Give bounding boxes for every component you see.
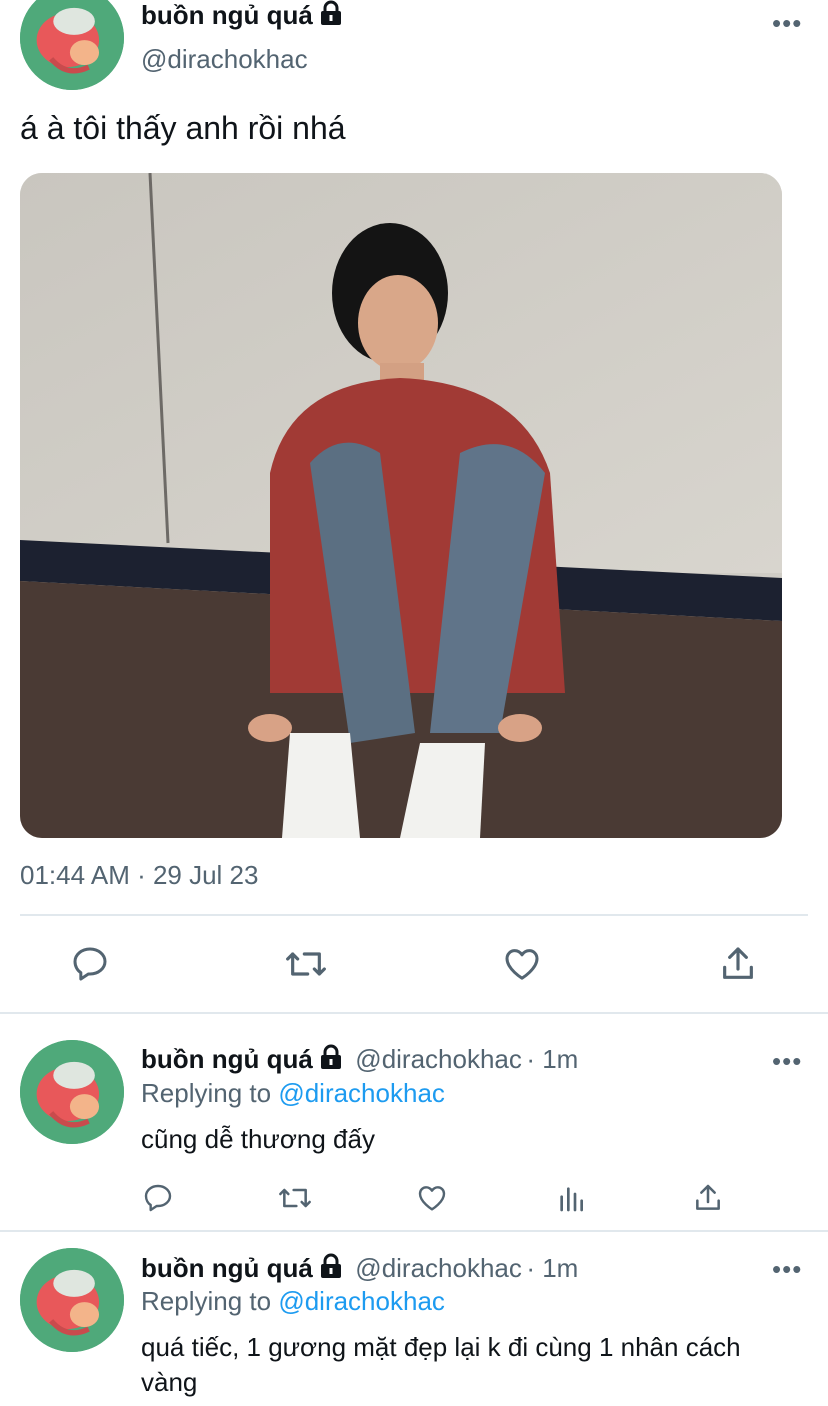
share-icon[interactable] [718,944,758,989]
tweet-timestamp[interactable]: 01:44 AM · 29 Jul 23 [20,860,258,891]
display-name[interactable]: buồn ngủ quá [141,1044,313,1074]
reply-text: quá tiếc, 1 gương mặt đẹp lại k đi cùng … [141,1332,741,1397]
replying-to: Replying to @dirachokhac [141,1078,445,1108]
divider [0,1012,828,1014]
tweet-photo[interactable] [20,173,782,838]
more-options-button[interactable]: ••• [772,10,802,36]
avatar[interactable] [20,1248,124,1352]
divider [0,1230,828,1232]
comment-icon[interactable] [142,1182,174,1219]
display-name[interactable]: buồn ngủ quá [141,1253,313,1283]
retweet-icon[interactable] [277,1182,313,1219]
tweet-text: á à tôi thấy anh rồi nhá [20,110,346,146]
user-handle[interactable]: @dirachokhac [355,1253,522,1283]
more-options-button[interactable]: ••• [772,1048,802,1074]
divider [20,914,808,916]
reply-header: buồn ngủ quá @dirachokhac · 1m [141,1044,578,1075]
retweet-icon[interactable] [284,944,328,989]
share-icon[interactable] [692,1182,724,1219]
display-name[interactable]: buồn ngủ quá [141,0,343,31]
replying-to: Replying to @dirachokhac [141,1286,445,1316]
lock-icon [320,0,341,25]
reply-time[interactable]: · 1m [526,1044,578,1074]
more-options-button[interactable]: ••• [772,1256,802,1282]
reply-header: buồn ngủ quá @dirachokhac · 1m [141,1253,578,1284]
lock-icon [320,1044,341,1069]
avatar[interactable] [20,1040,124,1144]
reply-time[interactable]: · 1m [526,1253,578,1283]
avatar[interactable] [20,0,124,90]
heart-icon[interactable] [416,1182,448,1219]
lock-icon [320,1253,341,1278]
user-handle[interactable]: @dirachokhac [355,1044,522,1074]
analytics-icon[interactable] [555,1182,587,1219]
user-handle[interactable]: @dirachokhac [141,44,308,75]
comment-icon[interactable] [70,944,110,989]
heart-icon[interactable] [502,944,542,989]
mention-link[interactable]: @dirachokhac [278,1286,445,1316]
reply-text: cũng dễ thương đấy [141,1124,375,1154]
mention-link[interactable]: @dirachokhac [278,1078,445,1108]
